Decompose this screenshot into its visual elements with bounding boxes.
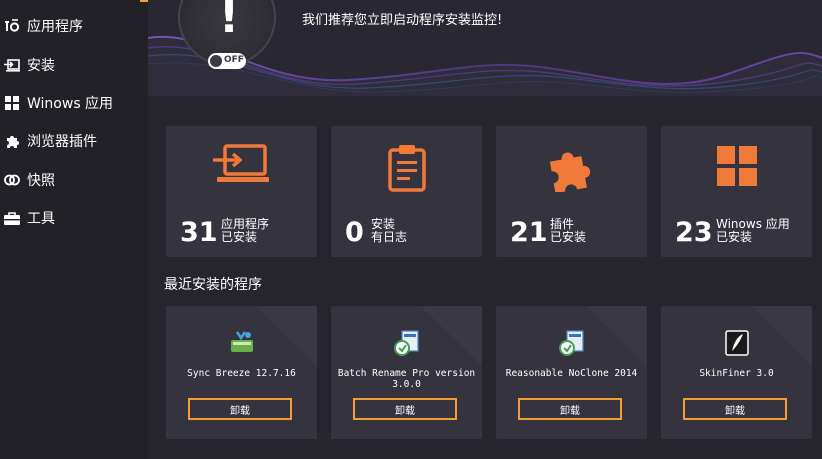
monitor-header: ! OFF 我们推荐您立即启动程序安装监控! [148, 0, 822, 96]
clipboard-icon [331, 144, 482, 194]
sidebar-item-label: 工具 [27, 211, 55, 227]
uninstall-button[interactable]: 卸载 [683, 398, 787, 420]
sidebar-item-tools[interactable]: 工具 [0, 201, 148, 235]
sidebar-item-label: 快照 [27, 173, 55, 189]
sidebar: 应用程序 安装 Winows 应用 浏览器插件 快照 工具 [0, 0, 148, 459]
snapshot-icon [4, 172, 20, 188]
stat-card-apps[interactable]: 31 应用程序 已安装 [166, 126, 317, 257]
app-name: Batch Rename Pro version 3.0.0 [337, 368, 476, 390]
sidebar-item-label: 应用程序 [27, 19, 83, 35]
stat-card-plugins[interactable]: 21 插件 已安装 [496, 126, 647, 257]
sync-breeze-icon [166, 330, 317, 354]
apps-icon [4, 18, 20, 34]
toggle-label: OFF [224, 55, 244, 65]
stat-caption-line2: 有日志 [371, 230, 408, 244]
monitor-toggle[interactable]: OFF [208, 53, 246, 69]
monitor-banner-text: 我们推荐您立即启动程序安装监控! [302, 13, 503, 28]
stat-count: 23 [675, 217, 713, 248]
stat-caption: 安装 有日志 [371, 218, 407, 244]
puzzle-icon [4, 133, 20, 149]
install-icon [4, 57, 20, 73]
stat-count: 21 [510, 217, 548, 248]
recent-app-card: Batch Rename Pro version 3.0.0 卸载 [331, 306, 482, 439]
installer-icon [496, 330, 647, 356]
recent-app-card: SkinFiner 3.0 卸载 [661, 306, 812, 439]
toolbox-icon [4, 210, 20, 226]
puzzle-icon [496, 144, 647, 194]
stat-caption-line2: 已安装 [221, 230, 258, 244]
recent-section-title: 最近安装的程序 [164, 277, 262, 293]
sidebar-item-label: 安装 [27, 58, 55, 74]
stat-caption: 应用程序 已安装 [221, 218, 269, 244]
sidebar-item-label: 浏览器插件 [27, 134, 97, 150]
stat-caption-line2: 已安装 [550, 230, 587, 244]
sidebar-item-install[interactable]: 安装 [0, 48, 148, 82]
stat-card-install-logs[interactable]: 0 安装 有日志 [331, 126, 482, 257]
uninstall-button[interactable]: 卸载 [188, 398, 292, 420]
recent-app-card: Reasonable NoClone 2014 卸载 [496, 306, 647, 439]
stat-count: 31 [180, 217, 218, 248]
stat-caption: Winows 应用 已安装 [716, 218, 790, 244]
sidebar-item-browser-plugins[interactable]: 浏览器插件 [0, 124, 148, 158]
sidebar-item-snapshots[interactable]: 快照 [0, 163, 148, 197]
app-name: SkinFiner 3.0 [699, 368, 774, 379]
sidebar-item-label: Winows 应用 [27, 96, 114, 112]
app-name: Sync Breeze 12.7.16 [187, 368, 296, 379]
recent-app-card: Sync Breeze 12.7.16 卸载 [166, 306, 317, 439]
stat-caption: 插件 已安装 [550, 218, 586, 244]
laptop-icon [166, 144, 317, 194]
installer-icon [331, 330, 482, 356]
sidebar-item-windows-apps[interactable]: Winows 应用 [0, 86, 148, 120]
app-name: Reasonable NoClone 2014 [505, 368, 638, 379]
sidebar-accent-bar [140, 0, 148, 2]
alert-icon: ! [218, 0, 240, 43]
uninstall-button[interactable]: 卸载 [353, 398, 457, 420]
sidebar-item-apps[interactable]: 应用程序 [0, 9, 148, 43]
stat-card-windows-apps[interactable]: 23 Winows 应用 已安装 [661, 126, 812, 257]
uninstall-button[interactable]: 卸载 [518, 398, 622, 420]
stat-count: 0 [345, 217, 364, 248]
windows-apps-icon [4, 95, 20, 111]
toggle-knob [210, 55, 222, 67]
windows-grid-icon [661, 144, 812, 194]
stat-caption-line2: 已安装 [716, 230, 753, 244]
skinfiner-icon [661, 330, 812, 356]
